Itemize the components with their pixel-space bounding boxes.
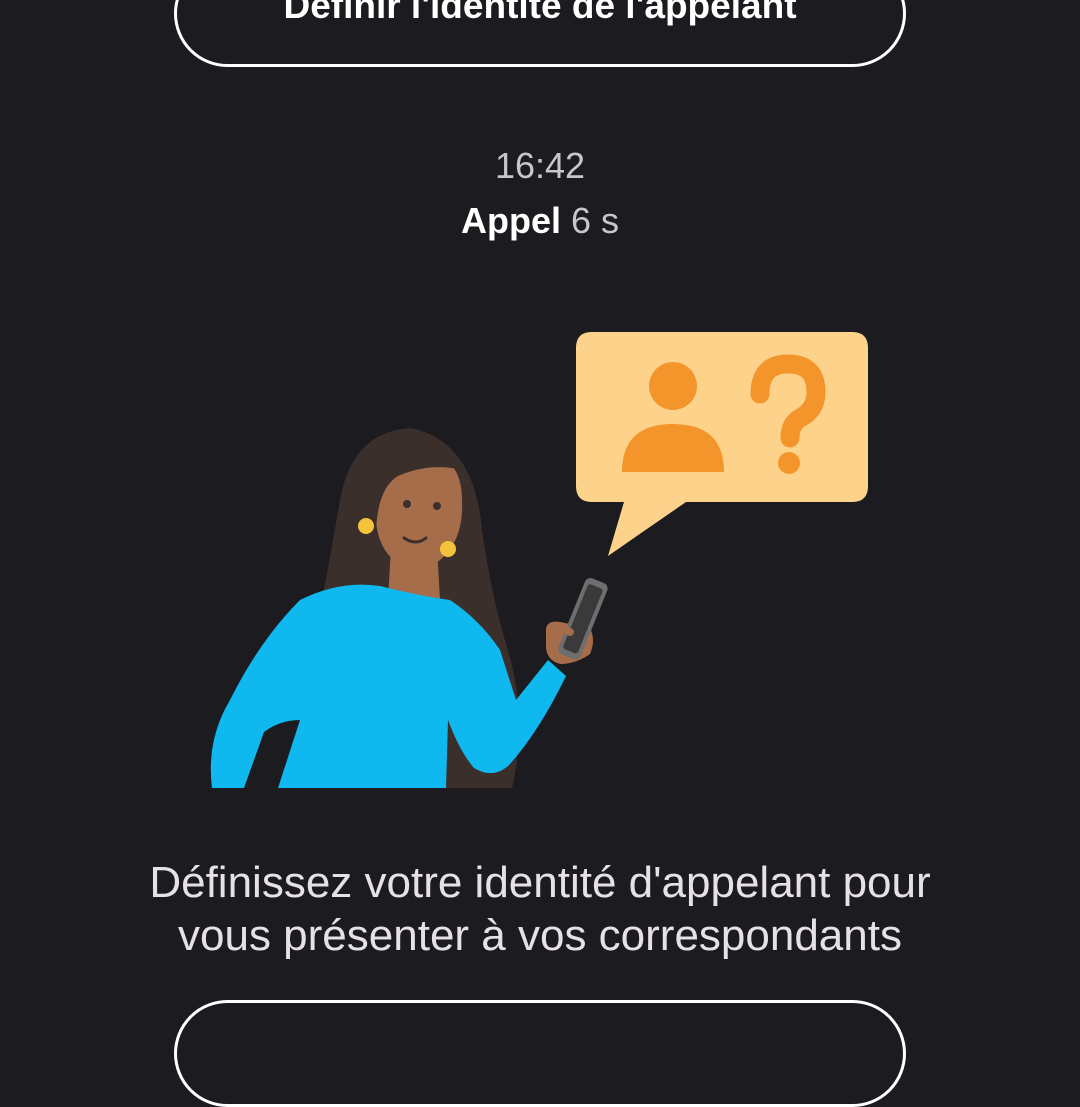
set-caller-id-button[interactable]: Définir l'identité de l'appelant [174,0,906,67]
call-info: Appel 6 s [0,200,1080,242]
set-caller-id-label: Définir l'identité de l'appelant [283,0,797,26]
chat-bubble-icon [576,332,868,556]
secondary-action-button[interactable] [174,1000,906,1107]
description-line-2: vous présenter à vos correspondants [178,911,902,960]
description-line-1: Définissez votre identité d'appelant pou… [149,858,931,907]
call-type: Appel [460,200,561,241]
caller-id-description: Définissez votre identité d'appelant pou… [60,856,1020,962]
call-duration: 6 s [571,200,620,241]
woman-with-phone-illustration [210,332,868,788]
call-time: 16:42 [494,145,586,186]
